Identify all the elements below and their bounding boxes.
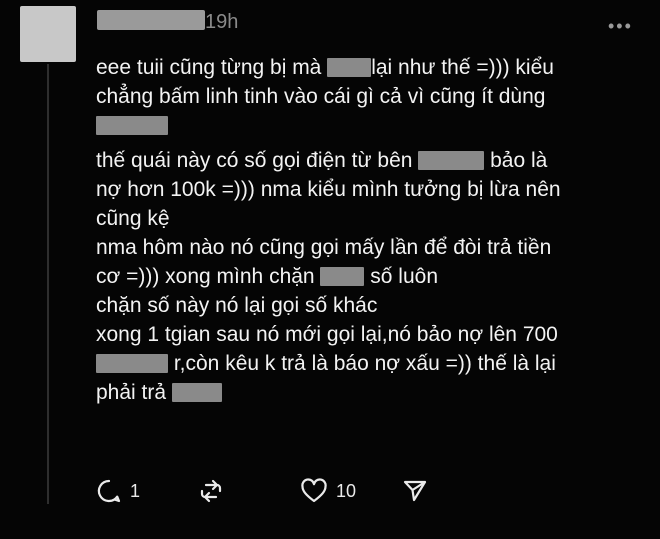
heart-icon (300, 478, 328, 504)
reply-button[interactable]: 1 (96, 476, 140, 506)
text-line: nma hôm nào nó cũng gọi mấy lần để đòi t… (96, 233, 644, 262)
text-line: nợ hơn 100k =))) nma kiểu mình tưởng bị … (96, 175, 644, 204)
send-icon (402, 478, 428, 504)
text-segment: xong 1 tgian sau nó mới gọi lại,nó bảo n… (96, 323, 558, 346)
text-segment: lại như thế =))) kiểu (371, 56, 554, 79)
repost-icon (198, 478, 224, 504)
text-segment: r,còn kêu k trả là báo nợ xấu =)) thế là… (168, 352, 556, 375)
text-line: thế quái này có số gọi điện từ bên bảo l… (96, 146, 644, 175)
action-bar: 1 10 (96, 476, 496, 506)
repost-button[interactable] (198, 476, 224, 506)
text-line: cơ =))) xong mình chặn số luôn (96, 262, 644, 291)
text-line: eee tuii cũng từng bị mà lại như thế =))… (96, 53, 644, 82)
avatar[interactable] (20, 6, 76, 62)
text-line: xong 1 tgian sau nó mới gọi lại,nó bảo n… (96, 320, 644, 349)
username-redacted[interactable] (97, 10, 205, 30)
text-segment: chẳng bấm linh tinh vào cái gì cả vì cũn… (96, 85, 546, 108)
like-button[interactable]: 10 (300, 476, 356, 506)
comment-icon (96, 478, 122, 504)
more-options-icon[interactable]: ••• (608, 16, 633, 37)
post-text: eee tuii cũng từng bị mà lại như thế =))… (96, 53, 644, 407)
text-segment: chặn số này nó lại gọi số khác (96, 294, 378, 317)
text-segment: nợ hơn 100k =))) nma kiểu mình tưởng bị … (96, 178, 561, 201)
redaction-block (320, 267, 365, 286)
text-segment: thế quái này có số gọi điện từ bên (96, 149, 419, 172)
text-line: cũng kệ (96, 204, 644, 233)
text-segment: cũng kệ (96, 207, 170, 230)
redaction-block (327, 58, 372, 77)
redaction-block (171, 383, 222, 402)
text-line: phải trả (96, 378, 644, 407)
text-line: chặn số này nó lại gọi số khác (96, 291, 644, 320)
thread-line (47, 64, 49, 504)
text-line (96, 111, 644, 140)
reply-count: 1 (130, 480, 141, 501)
text-segment: số luôn (364, 265, 439, 288)
redaction-block (96, 116, 168, 135)
text-segment: eee tuii cũng từng bị mà (96, 56, 328, 79)
text-segment: cơ =))) xong mình chặn (96, 265, 321, 288)
redaction-block (418, 151, 485, 170)
share-button[interactable] (402, 476, 428, 506)
text-segment: bảo là (484, 149, 548, 172)
like-count: 10 (336, 480, 357, 501)
text-segment: nma hôm nào nó cũng gọi mấy lần để đòi t… (96, 236, 552, 259)
text-line: r,còn kêu k trả là báo nợ xấu =)) thế là… (96, 349, 644, 378)
text-line: chẳng bấm linh tinh vào cái gì cả vì cũn… (96, 82, 644, 111)
redaction-block (96, 354, 168, 373)
post-timestamp: 19h (205, 11, 239, 33)
text-segment: phải trả (96, 381, 172, 404)
